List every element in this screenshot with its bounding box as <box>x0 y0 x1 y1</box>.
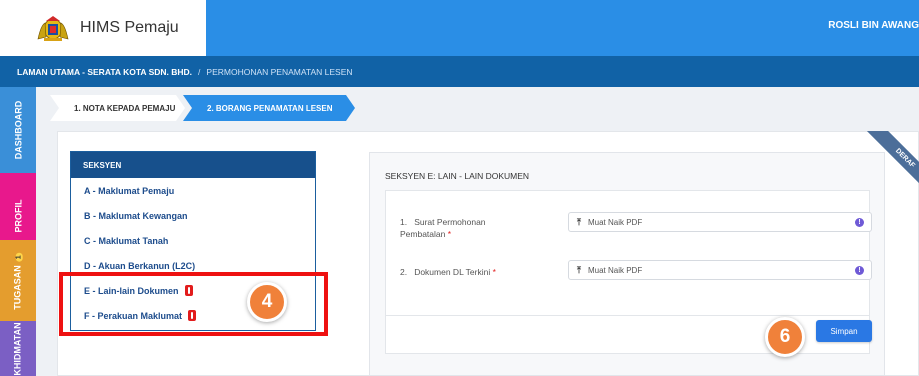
field-number: 1. <box>400 217 408 227</box>
step-nota-kepada-pemaju[interactable]: 1. NOTA KEPADA PEMAJU <box>50 95 185 121</box>
field-text: Dokumen DL Terkini <box>414 267 491 277</box>
sidebar-item-label: PROFIL <box>13 199 23 232</box>
field-number: 2. <box>400 267 408 277</box>
section-item-label: B - Maklumat Kewangan <box>84 210 188 221</box>
sidebar-item-label: TUGASAN <box>13 264 23 310</box>
form-panel: SEKSYEN E: LAIN - LAIN DOKUMEN 1. Surat … <box>369 152 885 376</box>
info-icon[interactable]: ! <box>855 218 864 227</box>
section-item-label: D - Akuan Berkanun (L2C) <box>84 260 196 271</box>
breadcrumb-home[interactable]: LAMAN UTAMA - SERATA KOTA SDN. BHD. <box>17 67 192 77</box>
sidebar-item-label: DASHBOARD <box>13 100 23 160</box>
section-item-label: C - Maklumat Tanah <box>84 235 169 246</box>
upload-label: Muat Naik PDF <box>587 217 643 227</box>
task-count-badge: 1 <box>16 251 23 262</box>
section-item-label: A - Maklumat Pemaju <box>84 185 175 196</box>
brand[interactable]: HIMS Pemaju <box>0 0 206 56</box>
callout-marker-6: 6 <box>765 317 805 357</box>
sidebar-item-wrap: TUGASAN 1 <box>13 251 23 310</box>
breadcrumb-current: PERMOHONAN PENAMATAN LESEN <box>206 66 353 77</box>
upload-label: Muat Naik PDF <box>587 265 643 275</box>
field-text: Surat Permohonan Pembatalan <box>400 217 486 239</box>
section-item-c[interactable]: C - Maklumat Tanah <box>71 228 315 253</box>
upload-pdf-button[interactable]: ⤒ Muat Naik PDF ! <box>568 260 872 280</box>
field-label-dokumen-dl: 2. Dokumen DL Terkini * <box>400 266 550 278</box>
sidebar-item-label: KHIDMATAN <box>13 321 23 376</box>
highlight-box <box>59 272 328 336</box>
field-label-surat-permohonan: 1. Surat Permohonan Pembatalan * <box>400 216 530 240</box>
save-button[interactable]: Simpan <box>816 320 872 342</box>
draft-ribbon-label: DERAF <box>864 131 919 200</box>
step-label: 1. NOTA KEPADA PEMAJU <box>74 103 176 113</box>
sidebar-item-tugasan[interactable]: TUGASAN 1 <box>0 240 36 321</box>
required-mark: * <box>447 229 452 239</box>
section-item-b[interactable]: B - Maklumat Kewangan <box>71 203 315 228</box>
wizard-steps: 1. NOTA KEPADA PEMAJU 2. BORANG PENAMATA… <box>50 95 355 121</box>
step-label: 2. BORANG PENAMATAN LESEN <box>207 103 333 113</box>
section-list-heading: SEKSYEN <box>71 152 315 178</box>
upload-pdf-button[interactable]: ⤒ Muat Naik PDF ! <box>568 212 872 232</box>
callout-marker-4: 4 <box>247 282 287 322</box>
upload-icon: ⤒ <box>577 216 581 227</box>
sidebar-item-dashboard[interactable]: DASHBOARD <box>0 87 36 173</box>
draft-ribbon: DERAF <box>845 131 919 205</box>
app-title: HIMS Pemaju <box>80 19 179 36</box>
step-borang-penamatan-lesen[interactable]: 2. BORANG PENAMATAN LESEN <box>183 95 355 121</box>
top-bar: HIMS Pemaju ROSLI BIN AWANG <box>0 0 919 56</box>
coat-of-arms-logo <box>37 16 69 41</box>
upload-icon: ⤒ <box>577 264 581 275</box>
breadcrumb: LAMAN UTAMA - SERATA KOTA SDN. BHD. / PE… <box>0 56 919 87</box>
required-mark: * <box>492 267 496 277</box>
form-title: SEKSYEN E: LAIN - LAIN DOKUMEN <box>385 171 530 181</box>
breadcrumb-separator: / <box>198 66 201 77</box>
form-divider <box>386 315 869 316</box>
info-icon[interactable]: ! <box>855 266 864 275</box>
sidebar-item-khidmatan[interactable]: KHIDMATAN <box>0 321 36 376</box>
user-name[interactable]: ROSLI BIN AWANG <box>828 20 919 31</box>
section-item-a[interactable]: A - Maklumat Pemaju <box>71 178 315 203</box>
